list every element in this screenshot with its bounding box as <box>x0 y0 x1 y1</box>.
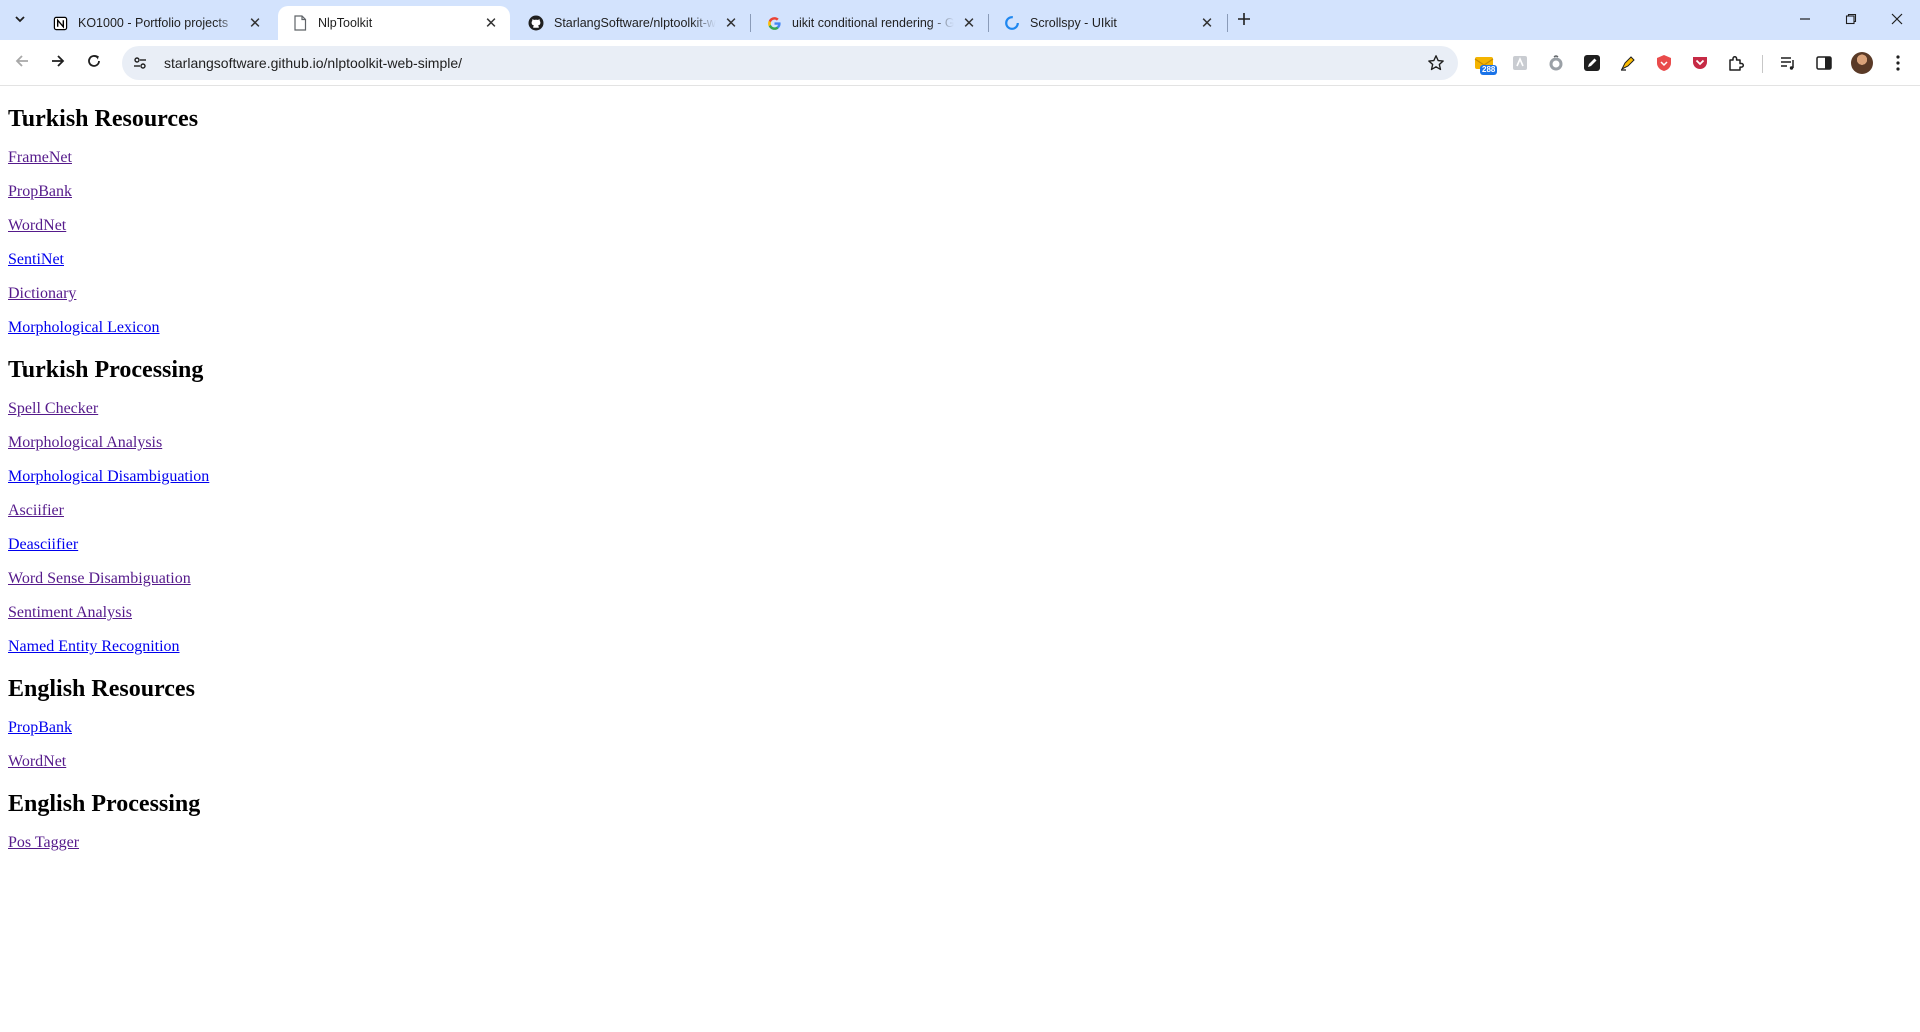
chevron-down-icon <box>14 13 26 28</box>
tab-close-icon[interactable]: ✕ <box>482 14 500 32</box>
arrow-left-icon <box>14 53 30 74</box>
side-panel-icon[interactable] <box>1812 51 1836 75</box>
tab-separator <box>750 14 751 32</box>
new-tab-button[interactable] <box>1230 6 1258 34</box>
link-pos-tagger[interactable]: Pos Tagger <box>8 834 79 852</box>
tab-search-button[interactable] <box>8 8 32 32</box>
site-info-icon[interactable] <box>126 49 154 77</box>
extension-translate-icon[interactable] <box>1508 51 1532 75</box>
extension-badge: 288 <box>1480 65 1498 75</box>
section-heading: Turkish Processing <box>8 357 204 383</box>
tab-google-search[interactable]: uikit conditional rendering - G ✕ <box>752 6 988 40</box>
link-word-sense-disambiguation[interactable]: Word Sense Disambiguation <box>8 570 191 588</box>
section-english-resources: English Resources PropBank WordNet <box>8 675 1912 771</box>
back-button[interactable] <box>8 49 36 77</box>
tab-separator <box>988 14 989 32</box>
tab-github[interactable]: StarlangSoftware/nlptoolkit-w ✕ <box>514 6 750 40</box>
extension-tomato-icon[interactable] <box>1544 51 1568 75</box>
section-english-processing: English Processing Pos Tagger <box>8 790 1912 852</box>
reload-button[interactable] <box>80 49 108 77</box>
toolbar-separator <box>1762 55 1763 73</box>
link-propbank[interactable]: PropBank <box>8 183 72 201</box>
section-turkish-processing: Turkish Processing Spell Checker Morphol… <box>8 356 1912 656</box>
tab-title: StarlangSoftware/nlptoolkit-w <box>554 16 716 30</box>
plus-icon <box>1237 9 1251 32</box>
uikit-icon <box>1004 15 1020 31</box>
link-sentiment-analysis[interactable]: Sentiment Analysis <box>8 604 132 622</box>
tab-title: KO1000 - Portfolio projects <box>78 16 229 30</box>
section-heading: English Processing <box>8 791 201 817</box>
bookmark-star-icon[interactable] <box>1422 49 1450 77</box>
minimize-button[interactable] <box>1782 0 1828 40</box>
tab-close-icon[interactable]: ✕ <box>722 14 740 32</box>
section-heading: Turkish Resources <box>8 106 199 132</box>
restore-button[interactable] <box>1828 0 1874 40</box>
link-asciifier[interactable]: Asciifier <box>8 502 64 520</box>
restore-icon <box>1845 12 1857 28</box>
media-controls-icon[interactable] <box>1776 51 1800 75</box>
tab-scrollspy[interactable]: Scrollspy - UIkit ✕ <box>990 6 1226 40</box>
browser-toolbar: starlangsoftware.github.io/nlptoolkit-we… <box>0 40 1920 86</box>
arrow-right-icon <box>50 53 66 74</box>
link-dictionary[interactable]: Dictionary <box>8 285 76 303</box>
address-bar[interactable]: starlangsoftware.github.io/nlptoolkit-we… <box>122 46 1458 80</box>
link-named-entity-recognition[interactable]: Named Entity Recognition <box>8 638 180 656</box>
link-propbank[interactable]: PropBank <box>8 719 72 737</box>
link-morphological-disambiguation[interactable]: Morphological Disambiguation <box>8 468 209 486</box>
tab-separator <box>1227 14 1228 32</box>
link-deasciifier[interactable]: Deasciifier <box>8 536 78 554</box>
tab-close-icon[interactable]: ✕ <box>246 14 264 32</box>
close-window-button[interactable] <box>1874 0 1920 40</box>
link-sentinet[interactable]: SentiNet <box>8 251 64 269</box>
extensions-puzzle-icon[interactable] <box>1724 51 1748 75</box>
url-text[interactable]: starlangsoftware.github.io/nlptoolkit-we… <box>164 55 1422 71</box>
extension-pen-icon[interactable] <box>1580 51 1604 75</box>
notion-icon <box>52 15 68 31</box>
extension-highlighter-icon[interactable] <box>1616 51 1640 75</box>
link-spell-checker[interactable]: Spell Checker <box>8 400 98 418</box>
tab-nlptoolkit[interactable]: NlpToolkit ✕ <box>278 6 510 40</box>
tab-ko1000[interactable]: KO1000 - Portfolio projects ✕ <box>38 6 274 40</box>
menu-kebab-icon[interactable] <box>1886 51 1910 75</box>
link-morphological-analysis[interactable]: Morphological Analysis <box>8 434 162 452</box>
forward-button[interactable] <box>44 49 72 77</box>
page-content: Turkish Resources FrameNet PropBank Word… <box>8 86 1912 1026</box>
extension-pocket-icon[interactable] <box>1688 51 1712 75</box>
tab-title: NlpToolkit <box>318 16 373 30</box>
minimize-icon <box>1799 12 1811 28</box>
google-icon <box>766 15 782 31</box>
tab-title: uikit conditional rendering - G <box>792 16 954 30</box>
extension-shield-icon[interactable] <box>1652 51 1676 75</box>
document-icon <box>292 15 308 31</box>
section-heading: English Resources <box>8 676 195 702</box>
tab-title: Scrollspy - UIkit <box>1030 16 1117 30</box>
link-wordnet[interactable]: WordNet <box>8 753 66 771</box>
close-icon <box>1891 12 1903 28</box>
tab-close-icon[interactable]: ✕ <box>960 14 978 32</box>
github-icon <box>528 15 544 31</box>
tab-strip: KO1000 - Portfolio projects ✕ NlpToolkit… <box>0 0 1920 40</box>
reload-icon <box>86 53 102 74</box>
link-morphological-lexicon[interactable]: Morphological Lexicon <box>8 319 160 337</box>
extension-mail-icon[interactable]: 288 <box>1472 51 1498 75</box>
profile-avatar[interactable] <box>1851 52 1873 74</box>
link-wordnet[interactable]: WordNet <box>8 217 66 235</box>
section-turkish-resources: Turkish Resources FrameNet PropBank Word… <box>8 105 1912 337</box>
tab-close-icon[interactable]: ✕ <box>1198 14 1216 32</box>
link-framenet[interactable]: FrameNet <box>8 149 72 167</box>
